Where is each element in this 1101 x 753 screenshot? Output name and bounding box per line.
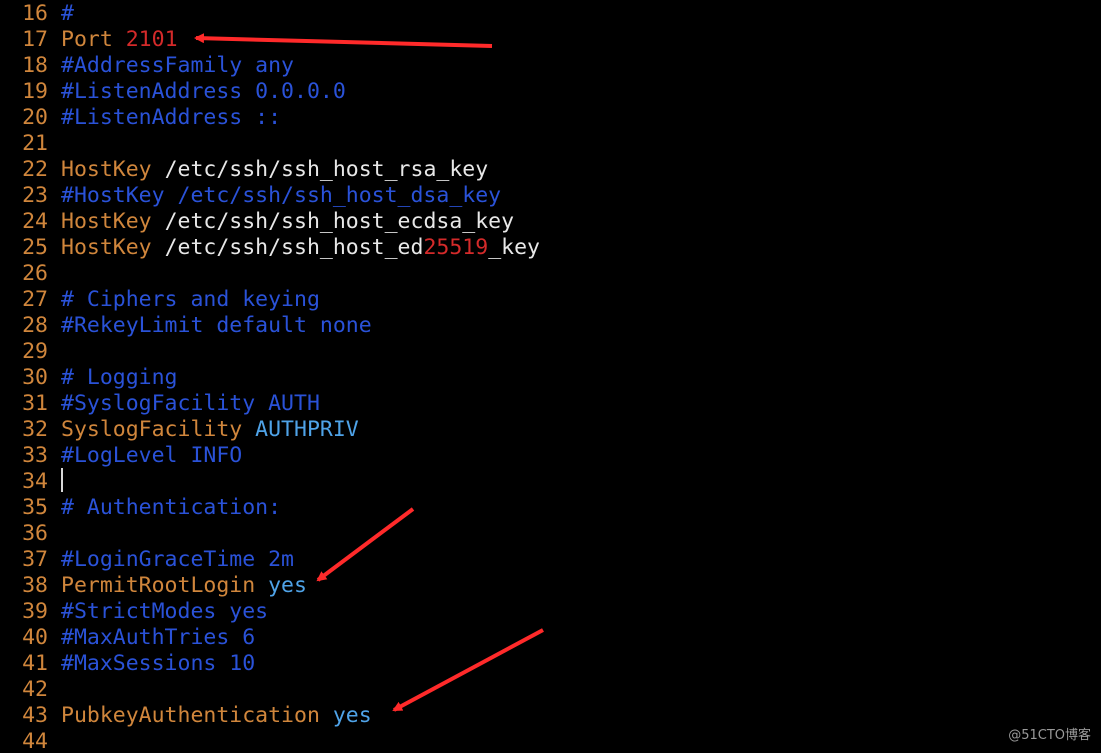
code-line: 35 # Authentication: — [0, 495, 281, 521]
code-token-comment: #LogLevel INFO — [61, 443, 243, 468]
line-number: 31 — [22, 391, 48, 416]
code-line: 19 #ListenAddress 0.0.0.0 — [0, 79, 346, 105]
code-token-comment: #MaxSessions 10 — [61, 651, 256, 676]
line-number: 35 — [22, 495, 48, 520]
line-number: 24 — [22, 209, 48, 234]
code-line: 27 # Ciphers and keying — [0, 287, 320, 313]
code-token-constant: yes — [332, 703, 372, 728]
line-number: 17 — [22, 27, 48, 52]
code-line: 21 — [0, 131, 61, 157]
line-number: 27 — [22, 287, 48, 312]
arrow-pubkey-authentication — [392, 628, 544, 712]
line-number: 18 — [22, 53, 48, 78]
code-line: 44 — [0, 729, 61, 753]
code-token-comment: # — [61, 1, 74, 26]
line-number: 32 — [22, 417, 48, 442]
code-line: 38 PermitRootLogin yes — [0, 573, 307, 599]
line-number: 37 — [22, 547, 48, 572]
code-line: 22 HostKey /etc/ssh/ssh_host_rsa_key — [0, 157, 488, 183]
code-line: 26 — [0, 261, 61, 287]
arrow-port — [194, 33, 493, 48]
code-line: 37 #LoginGraceTime 2m — [0, 547, 294, 573]
line-number: 26 — [22, 261, 48, 286]
code-token-comment: #LoginGraceTime 2m — [61, 547, 294, 572]
code-token-value: /etc/ssh/ssh_host_rsa_key — [164, 157, 489, 182]
code-line: 30 # Logging — [0, 365, 178, 391]
code-token-keyword: PermitRootLogin — [61, 573, 269, 598]
line-number: 38 — [22, 573, 48, 598]
line-number: 20 — [22, 105, 48, 130]
code-token-comment: #MaxAuthTries 6 — [61, 625, 256, 650]
code-line: 42 — [0, 677, 61, 703]
code-token-comment: # Authentication: — [61, 495, 282, 520]
code-token-number: 2101 — [125, 27, 178, 52]
code-token-value: /etc/ssh/ssh_host_ed — [164, 235, 424, 260]
code-line: 33 #LogLevel INFO — [0, 443, 242, 469]
line-number: 34 — [22, 469, 48, 494]
code-token-comment: #HostKey /etc/ssh/ssh_host_dsa_key — [61, 183, 502, 208]
watermark: @51CTO博客 — [1008, 728, 1091, 743]
line-number: 36 — [22, 521, 48, 546]
code-line: 43 PubkeyAuthentication yes — [0, 703, 372, 729]
code-token-value: /etc/ssh/ssh_host_ecdsa_key — [164, 209, 515, 234]
code-line: 41 #MaxSessions 10 — [0, 651, 255, 677]
code-token-keyword: PubkeyAuthentication — [61, 703, 333, 728]
code-line: 28 #RekeyLimit default none — [0, 313, 372, 339]
code-token-keyword: HostKey — [61, 209, 165, 234]
arrow-permit-root-login — [316, 507, 415, 582]
line-number: 21 — [22, 131, 48, 156]
code-line: 29 — [0, 339, 61, 365]
line-number: 41 — [22, 651, 48, 676]
code-token-comment: #RekeyLimit default none — [61, 313, 372, 338]
code-token-number: 25519 — [423, 235, 489, 260]
code-line: 24 HostKey /etc/ssh/ssh_host_ecdsa_key — [0, 209, 514, 235]
code-token-value: _key — [488, 235, 540, 260]
code-line: 16 # — [0, 1, 74, 27]
code-token-constant: yes — [268, 573, 307, 598]
code-token-keyword: Port — [61, 27, 126, 52]
code-line: 25 HostKey /etc/ssh/ssh_host_ed25519_key — [0, 235, 540, 261]
code-token-keyword: SyslogFacility — [61, 417, 256, 442]
code-line: 40 #MaxAuthTries 6 — [0, 625, 255, 651]
code-token-comment: # Ciphers and keying — [61, 287, 320, 312]
line-number: 29 — [22, 339, 48, 364]
line-number: 43 — [22, 703, 48, 728]
code-token-keyword: HostKey — [61, 235, 165, 260]
line-number: 16 — [22, 1, 48, 26]
line-number: 40 — [22, 625, 48, 650]
code-line: 36 — [0, 521, 61, 547]
code-line: 17 Port 2101 — [0, 27, 178, 53]
code-token-comment: #ListenAddress :: — [61, 105, 282, 130]
line-number: 42 — [22, 677, 48, 702]
code-token-comment: #ListenAddress 0.0.0.0 — [61, 79, 346, 104]
line-number: 19 — [22, 79, 48, 104]
text-cursor — [61, 468, 63, 492]
code-token-comment: # Logging — [61, 365, 178, 390]
line-number: 25 — [22, 235, 48, 260]
code-line: 31 #SyslogFacility AUTH — [0, 391, 320, 417]
code-line: 34 — [0, 469, 61, 495]
code-token-comment: #StrictModes yes — [61, 599, 269, 624]
code-line: 18 #AddressFamily any — [0, 53, 294, 79]
line-number: 30 — [22, 365, 48, 390]
code-token-keyword: HostKey — [61, 157, 165, 182]
line-number: 28 — [22, 313, 48, 338]
line-number: 23 — [22, 183, 48, 208]
code-token-comment: #SyslogFacility AUTH — [61, 391, 320, 416]
code-line: 23 #HostKey /etc/ssh/ssh_host_dsa_key — [0, 183, 501, 209]
code-token-constant: AUTHPRIV — [255, 417, 359, 442]
code-line: 32 SyslogFacility AUTHPRIV — [0, 417, 359, 443]
line-number: 39 — [22, 599, 48, 624]
code-line: 20 #ListenAddress :: — [0, 105, 281, 131]
line-number: 22 — [22, 157, 48, 182]
line-number: 33 — [22, 443, 48, 468]
code-line: 39 #StrictModes yes — [0, 599, 268, 625]
terminal-editor[interactable]: 16 #17 Port 2101 18 #AddressFamily any 19 #Lis… — [0, 0, 1101, 753]
code-token-comment: #AddressFamily any — [61, 53, 294, 78]
line-number: 44 — [22, 729, 48, 753]
